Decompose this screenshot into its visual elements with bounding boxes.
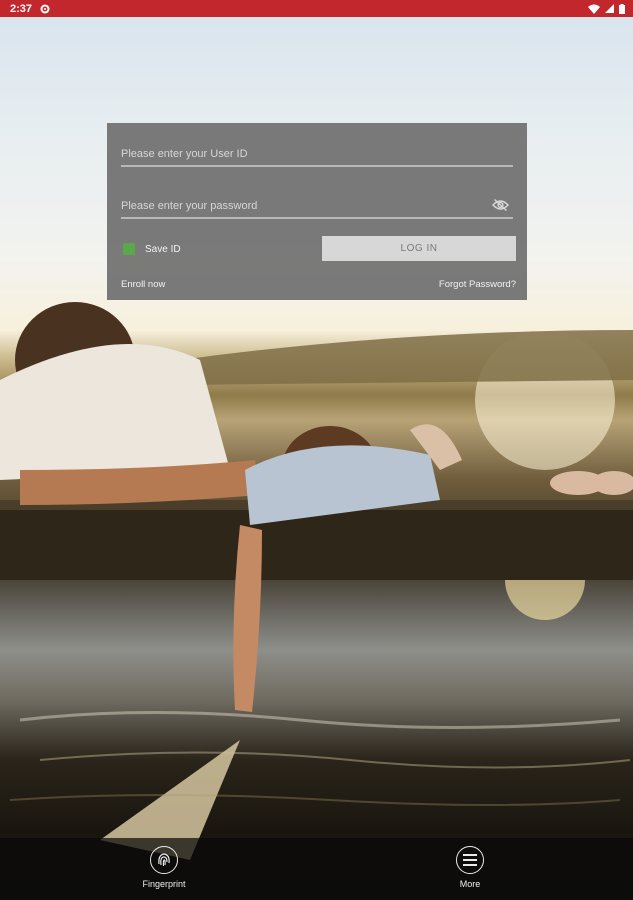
shoe-right [592, 471, 633, 495]
more-button[interactable]: More [444, 846, 496, 889]
fingerprint-button[interactable]: Fingerprint [138, 846, 190, 889]
boy-arm [233, 525, 262, 712]
save-id-checkbox[interactable] [123, 243, 135, 255]
user-id-field [121, 143, 513, 167]
shoreline [180, 330, 633, 385]
more-label: More [459, 879, 481, 889]
fingerprint-icon [150, 846, 178, 874]
status-time: 2:37 [10, 2, 33, 15]
ripple [19, 711, 621, 729]
ripple [9, 794, 621, 806]
wifi-icon [588, 4, 600, 14]
password-input[interactable] [121, 195, 513, 217]
login-button[interactable]: LOG IN [322, 236, 516, 261]
eye-off-icon[interactable] [492, 198, 509, 217]
status-bar: 2:37 [0, 0, 633, 17]
login-card: Save ID LOG IN Enroll now Forgot Passwor… [107, 123, 527, 300]
menu-icon [456, 846, 484, 874]
fingerprint-label: Fingerprint [142, 879, 186, 889]
signal-icon [605, 4, 614, 13]
battery-icon [619, 3, 625, 14]
save-id-toggle[interactable]: Save ID [123, 243, 181, 255]
password-field [121, 195, 513, 219]
forgot-password-link[interactable]: Forgot Password? [439, 279, 516, 290]
enroll-now-link[interactable]: Enroll now [121, 279, 165, 290]
user-id-input[interactable] [121, 143, 513, 165]
settings-icon [40, 4, 50, 14]
ripple [39, 751, 631, 769]
bottom-nav: Fingerprint More [0, 838, 633, 900]
save-id-label: Save ID [145, 243, 181, 255]
